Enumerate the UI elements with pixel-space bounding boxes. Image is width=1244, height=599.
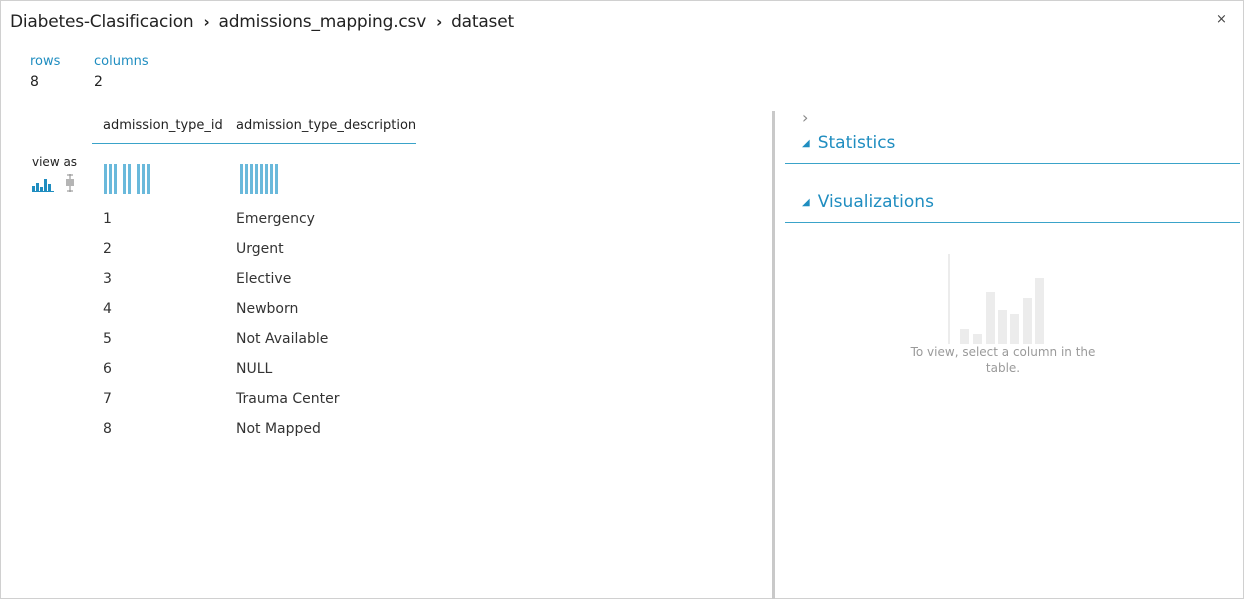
panel-splitter[interactable] xyxy=(772,111,775,599)
table-cell-description[interactable]: Urgent xyxy=(236,241,284,257)
header-divider xyxy=(92,143,416,144)
table-cell-id[interactable]: 8 xyxy=(103,421,112,437)
table-cell-id[interactable]: 2 xyxy=(103,241,112,257)
table-cell-description[interactable]: Newborn xyxy=(236,301,298,317)
table-cell-id[interactable]: 5 xyxy=(103,331,112,347)
placeholder-chart-icon xyxy=(948,254,1044,344)
distribution-bar xyxy=(142,164,145,194)
distribution-bar xyxy=(250,164,253,194)
distribution-bar xyxy=(109,164,112,194)
statistics-divider xyxy=(785,163,1240,164)
table-cell-description[interactable]: Trauma Center xyxy=(236,391,340,407)
table-cell-description[interactable]: Not Mapped xyxy=(236,421,321,437)
dataset-viewer-window xyxy=(0,0,1244,599)
distribution-bar xyxy=(265,164,268,194)
breadcrumb-separator-icon: › xyxy=(203,13,210,31)
view-as-label: view as xyxy=(32,155,78,169)
table-cell-id[interactable]: 7 xyxy=(103,391,112,407)
expand-panel-icon[interactable]: › xyxy=(802,108,808,127)
distribution-bar xyxy=(104,164,107,194)
rows-value: 8 xyxy=(30,74,39,90)
column-distribution-admission-type-id[interactable] xyxy=(104,164,150,194)
table-cell-description[interactable]: Elective xyxy=(236,271,291,287)
table-cell-description[interactable]: Not Available xyxy=(236,331,328,347)
breadcrumb-dataset: dataset xyxy=(451,12,514,32)
table-cell-description[interactable]: Emergency xyxy=(236,211,315,227)
breadcrumb-file[interactable]: admissions_mapping.csv xyxy=(219,12,427,32)
breadcrumb-experiment[interactable]: Diabetes-Clasificacion xyxy=(10,12,194,32)
visualizations-divider xyxy=(785,222,1240,223)
distribution-bar xyxy=(275,164,278,194)
collapse-triangle-icon: ◢ xyxy=(802,138,810,149)
collapse-triangle-icon: ◢ xyxy=(802,197,810,208)
distribution-bar xyxy=(128,164,131,194)
statistics-section-header[interactable]: ◢ Statistics xyxy=(802,133,895,153)
table-cell-id[interactable]: 1 xyxy=(103,211,112,227)
table-cell-description[interactable]: NULL xyxy=(236,361,272,377)
distribution-bar xyxy=(260,164,263,194)
distribution-bar xyxy=(255,164,258,194)
breadcrumb: Diabetes-Clasificacion › admissions_mappin… xyxy=(10,12,514,32)
distribution-bar xyxy=(147,164,150,194)
table-cell-id[interactable]: 4 xyxy=(103,301,112,317)
distribution-bar xyxy=(245,164,248,194)
column-distribution-admission-type-description[interactable] xyxy=(240,164,278,194)
column-header-admission-type-id[interactable]: admission_type_id xyxy=(103,118,223,133)
column-header-admission-type-description[interactable]: admission_type_description xyxy=(236,118,416,133)
distribution-bar xyxy=(137,164,140,194)
visualization-empty-message: To view, select a column in the table. xyxy=(910,345,1096,375)
close-icon[interactable]: × xyxy=(1216,12,1227,27)
boxplot-icon[interactable] xyxy=(64,174,76,192)
distribution-bar xyxy=(114,164,117,194)
histogram-icon[interactable] xyxy=(32,176,54,192)
visualizations-section-header[interactable]: ◢ Visualizations xyxy=(802,192,934,212)
columns-value: 2 xyxy=(94,74,103,90)
table-cell-id[interactable]: 6 xyxy=(103,361,112,377)
rows-label: rows xyxy=(30,54,61,69)
statistics-title: Statistics xyxy=(817,133,896,153)
table-cell-id[interactable]: 3 xyxy=(103,271,112,287)
distribution-bar xyxy=(270,164,273,194)
breadcrumb-separator-icon: › xyxy=(436,13,443,31)
columns-label: columns xyxy=(94,54,149,69)
distribution-bar xyxy=(240,164,243,194)
distribution-bar xyxy=(123,164,126,194)
visualizations-title: Visualizations xyxy=(817,192,934,212)
